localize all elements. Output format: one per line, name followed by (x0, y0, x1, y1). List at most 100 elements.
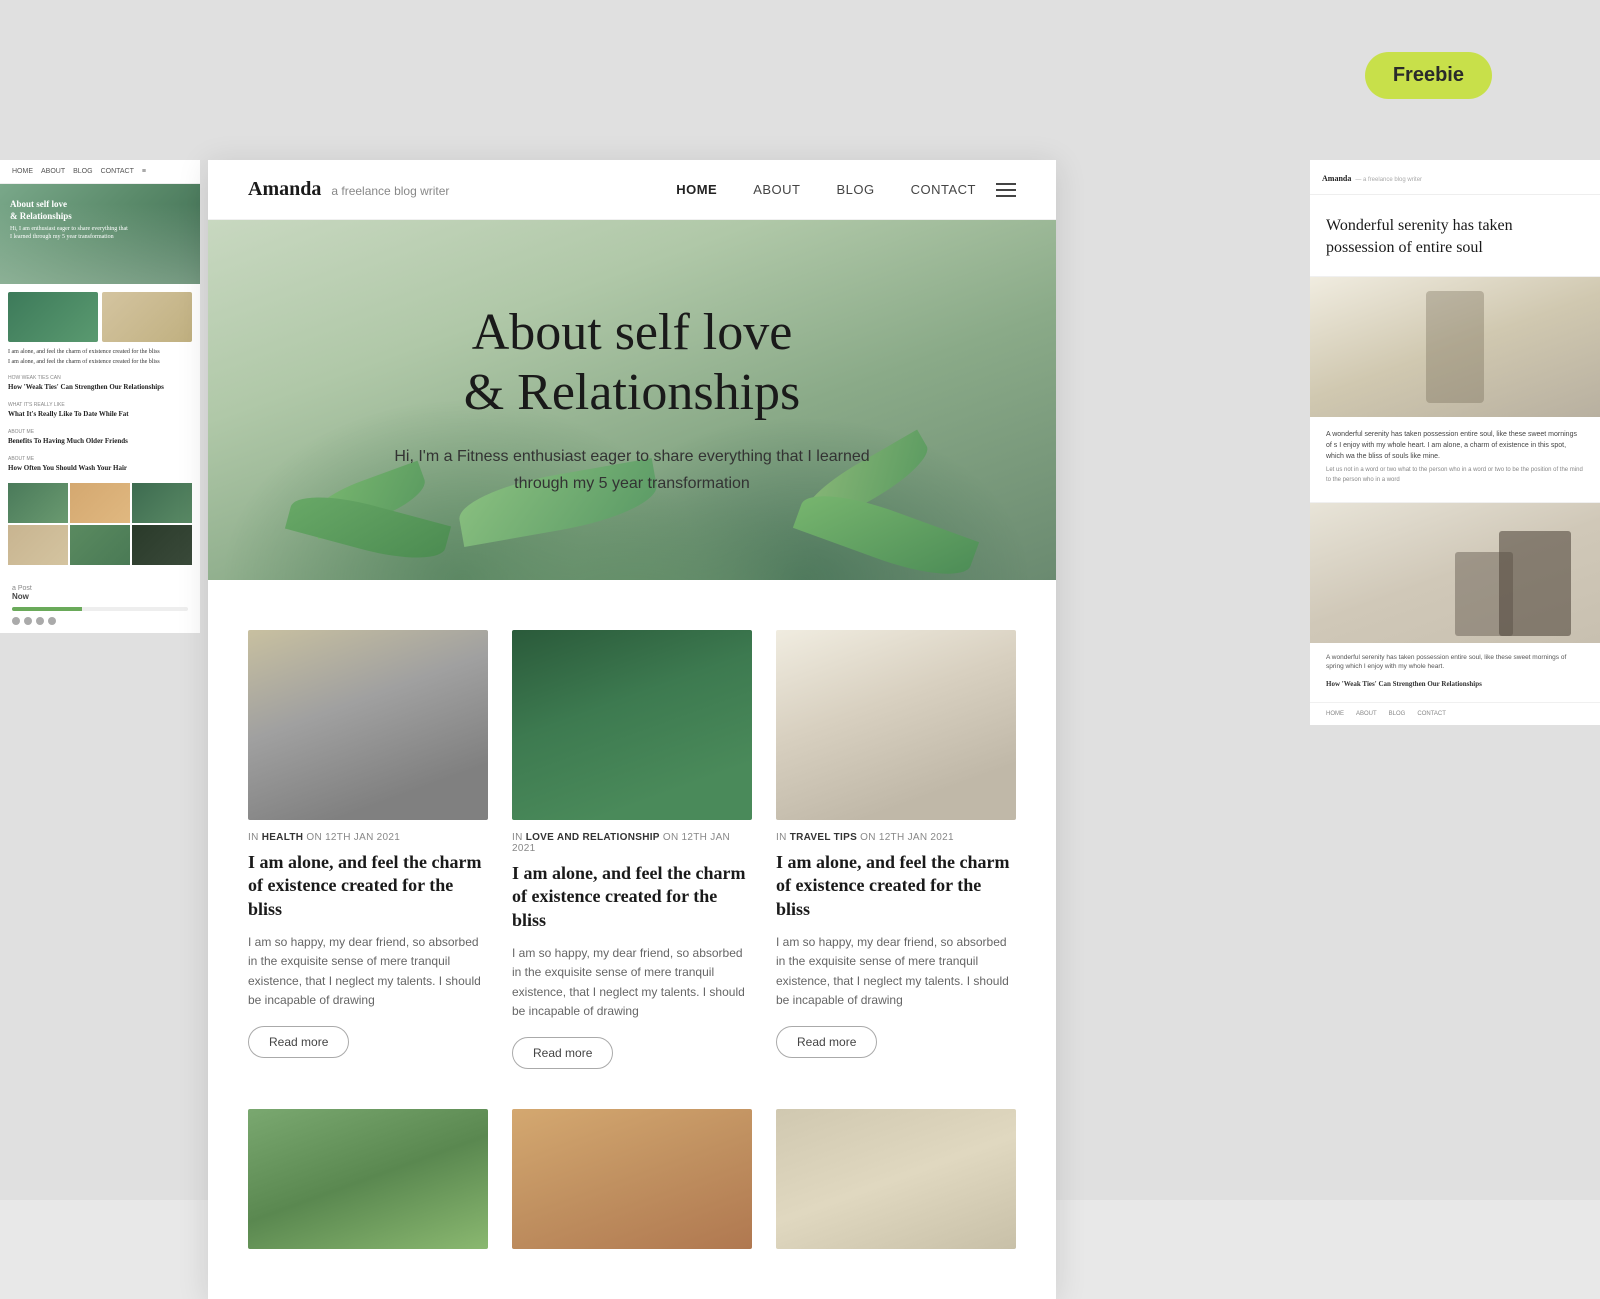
left-nav-contact: CONTACT (101, 168, 134, 175)
left-blog-img-succulents (8, 292, 98, 342)
right-body-small: Let us not in a word or two what to the … (1326, 466, 1584, 485)
right-brand-name: Amanda (1322, 174, 1351, 183)
right-brand-tagline: — (1355, 177, 1363, 183)
hero-subtitle: Hi, I'm a Fitness enthusiast eager to sh… (372, 443, 892, 497)
live-post-fill (12, 607, 82, 611)
nav-item-about[interactable]: ABOUT (753, 181, 800, 199)
nav-link-contact[interactable]: CONTACT (911, 182, 976, 197)
social-icon-2[interactable] (24, 617, 32, 625)
blog-cat-2: LOVE AND RELATIONSHIP (526, 832, 660, 843)
blog-grid-section: IN HEALTH ON 12TH JAN 2021 I am alone, a… (208, 580, 1056, 1299)
blog-card-excerpt-3: I am so happy, my dear friend, so absorb… (776, 933, 1016, 1010)
left-list-title: How 'Weak Ties' Can Strengthen Our Relat… (8, 383, 192, 392)
left-list-cat: ABOUT ME (8, 429, 192, 435)
hero-section: About self love & Relationships Hi, I'm … (208, 220, 1056, 580)
right-footer-nav: HOME ABOUT BLOG CONTACT (1310, 702, 1600, 725)
nav-item-contact[interactable]: CONTACT (911, 181, 976, 199)
left-list-cat: HOW WEAK TIES CAN (8, 375, 192, 381)
blog-card-meta-1: IN HEALTH ON 12TH JAN 2021 (248, 832, 488, 843)
left-grid-img6 (132, 525, 192, 565)
left-hero-subtitle: Hi, I am enthusiast eager to share every… (10, 226, 130, 242)
left-grid-img1 (8, 483, 68, 523)
hero-title-line2: & Relationships (464, 364, 801, 421)
left-grid-img3 (132, 483, 192, 523)
right-bottom-subtitle: How 'Weak Ties' Can Strengthen Our Relat… (1326, 680, 1584, 688)
left-hero-text: About self love & Relationships Hi, I am… (10, 199, 130, 242)
left-blog-grid (8, 292, 192, 342)
blog-card-img2-3 (776, 1109, 1016, 1249)
blog-cards-row-1: IN HEALTH ON 12TH JAN 2021 I am alone, a… (248, 630, 1016, 1069)
left-nav-blog: BLOG (73, 168, 92, 175)
right-footer-about: ABOUT (1356, 711, 1377, 717)
nav-link-home[interactable]: HOME (676, 182, 717, 197)
left-blog-snippet1: I am alone, and feel the charm of existe… (8, 348, 192, 356)
list-item: WHAT IT'S REALLY LIKE What It's Really L… (8, 402, 192, 419)
read-more-btn-1[interactable]: Read more (248, 1026, 349, 1058)
blog-card-meta-3: IN TRAVEL TIPS ON 12TH JAN 2021 (776, 832, 1016, 843)
hero-title-line1: About self love (472, 304, 793, 361)
hero-title: About self love & Relationships (372, 303, 892, 423)
live-post-section: a Post Now (0, 577, 200, 633)
left-image-grid (8, 483, 192, 565)
social-icon-3[interactable] (36, 617, 44, 625)
list-item: ABOUT ME Benefits To Having Much Older F… (8, 429, 192, 446)
left-blog-snippet2: I am alone, and feel the charm of existe… (8, 358, 192, 366)
blog-card-excerpt-1: I am so happy, my dear friend, so absorb… (248, 933, 488, 1010)
nav-item-blog[interactable]: BLOG (837, 181, 875, 199)
left-nav-icon: ≡ (142, 168, 146, 175)
read-more-btn-2[interactable]: Read more (512, 1037, 613, 1069)
left-list-title: How Often You Should Wash Your Hair (8, 464, 192, 473)
read-more-btn-3[interactable]: Read more (776, 1026, 877, 1058)
right-hero-quote-text: Wonderful serenity has taken possession … (1326, 215, 1584, 260)
blog-card-img2-1 (248, 1109, 488, 1249)
left-nav-home: HOME (12, 168, 33, 175)
blog-card-title-2: I am alone, and feel the charm of existe… (512, 862, 752, 932)
blog-card-img2-2 (512, 1109, 752, 1249)
blog-card-meta-2: IN LOVE AND RELATIONSHIP ON 12TH JAN 202… (512, 832, 752, 854)
blog-cards-row-2 (248, 1109, 1016, 1249)
left-blog-list: HOW WEAK TIES CAN How 'Weak Ties' Can St… (8, 375, 192, 473)
left-nav-bar: HOME ABOUT BLOG CONTACT ≡ (0, 160, 200, 184)
right-preview-panel: Amanda — a freelance blog writer Wonderf… (1310, 160, 1600, 725)
hamburger-menu[interactable] (996, 183, 1016, 197)
main-nav-links: HOME ABOUT BLOG CONTACT (676, 181, 976, 199)
main-navbar: Amanda a freelance blog writer HOME ABOU… (208, 160, 1056, 220)
blog-card-title-1: I am alone, and feel the charm of existe… (248, 851, 488, 921)
live-post-a-label: a Post (12, 585, 188, 592)
right-footer-blog: BLOG (1389, 711, 1406, 717)
right-bottom-text: A wonderful serenity has taken possessio… (1310, 643, 1600, 703)
hamburger-line3 (996, 195, 1016, 197)
right-text-body: A wonderful serenity has taken possessio… (1310, 417, 1600, 503)
brand-tagline: a freelance blog writer (331, 184, 449, 198)
live-post-now-label: Now (12, 592, 188, 601)
hamburger-line1 (996, 183, 1016, 185)
nav-item-home[interactable]: HOME (676, 181, 717, 199)
left-preview-panel: HOME ABOUT BLOG CONTACT ≡ About self lov… (0, 160, 200, 633)
blog-cat-1: HEALTH (262, 832, 304, 843)
blog-card-2: IN LOVE AND RELATIONSHIP ON 12TH JAN 202… (512, 630, 752, 1069)
blog-card-img-3 (776, 630, 1016, 820)
right-footer-home: HOME (1326, 711, 1344, 717)
left-hero-image: About self love & Relationships Hi, I am… (0, 184, 200, 284)
blog-card-img-1 (248, 630, 488, 820)
brand-container: Amanda a freelance blog writer (248, 178, 449, 201)
right-beauty-products-image (1310, 503, 1600, 643)
blog-card-excerpt-2: I am so happy, my dear friend, so absorb… (512, 944, 752, 1021)
blog-card-img-2 (512, 630, 752, 820)
nav-link-about[interactable]: ABOUT (753, 182, 800, 197)
left-hero-title-line2: & Relationships (10, 211, 130, 223)
nav-link-blog[interactable]: BLOG (837, 182, 875, 197)
hero-text-block: About self love & Relationships Hi, I'm … (352, 283, 912, 517)
blog-card-3: IN TRAVEL TIPS ON 12TH JAN 2021 I am alo… (776, 630, 1016, 1069)
list-item: HOW WEAK TIES CAN How 'Weak Ties' Can St… (8, 375, 192, 392)
left-grid-img5 (70, 525, 130, 565)
social-icon-1[interactable] (12, 617, 20, 625)
left-list-cat: WHAT IT'S REALLY LIKE (8, 402, 192, 408)
blog-card-1: IN HEALTH ON 12TH JAN 2021 I am alone, a… (248, 630, 488, 1069)
live-post-progress-bar (12, 607, 188, 611)
left-blog-img-products (102, 292, 192, 342)
freebie-badge[interactable]: Freebie (1365, 52, 1492, 99)
left-grid-img4 (8, 525, 68, 565)
main-preview-panel: Amanda a freelance blog writer HOME ABOU… (208, 160, 1056, 1299)
social-icon-4[interactable] (48, 617, 56, 625)
